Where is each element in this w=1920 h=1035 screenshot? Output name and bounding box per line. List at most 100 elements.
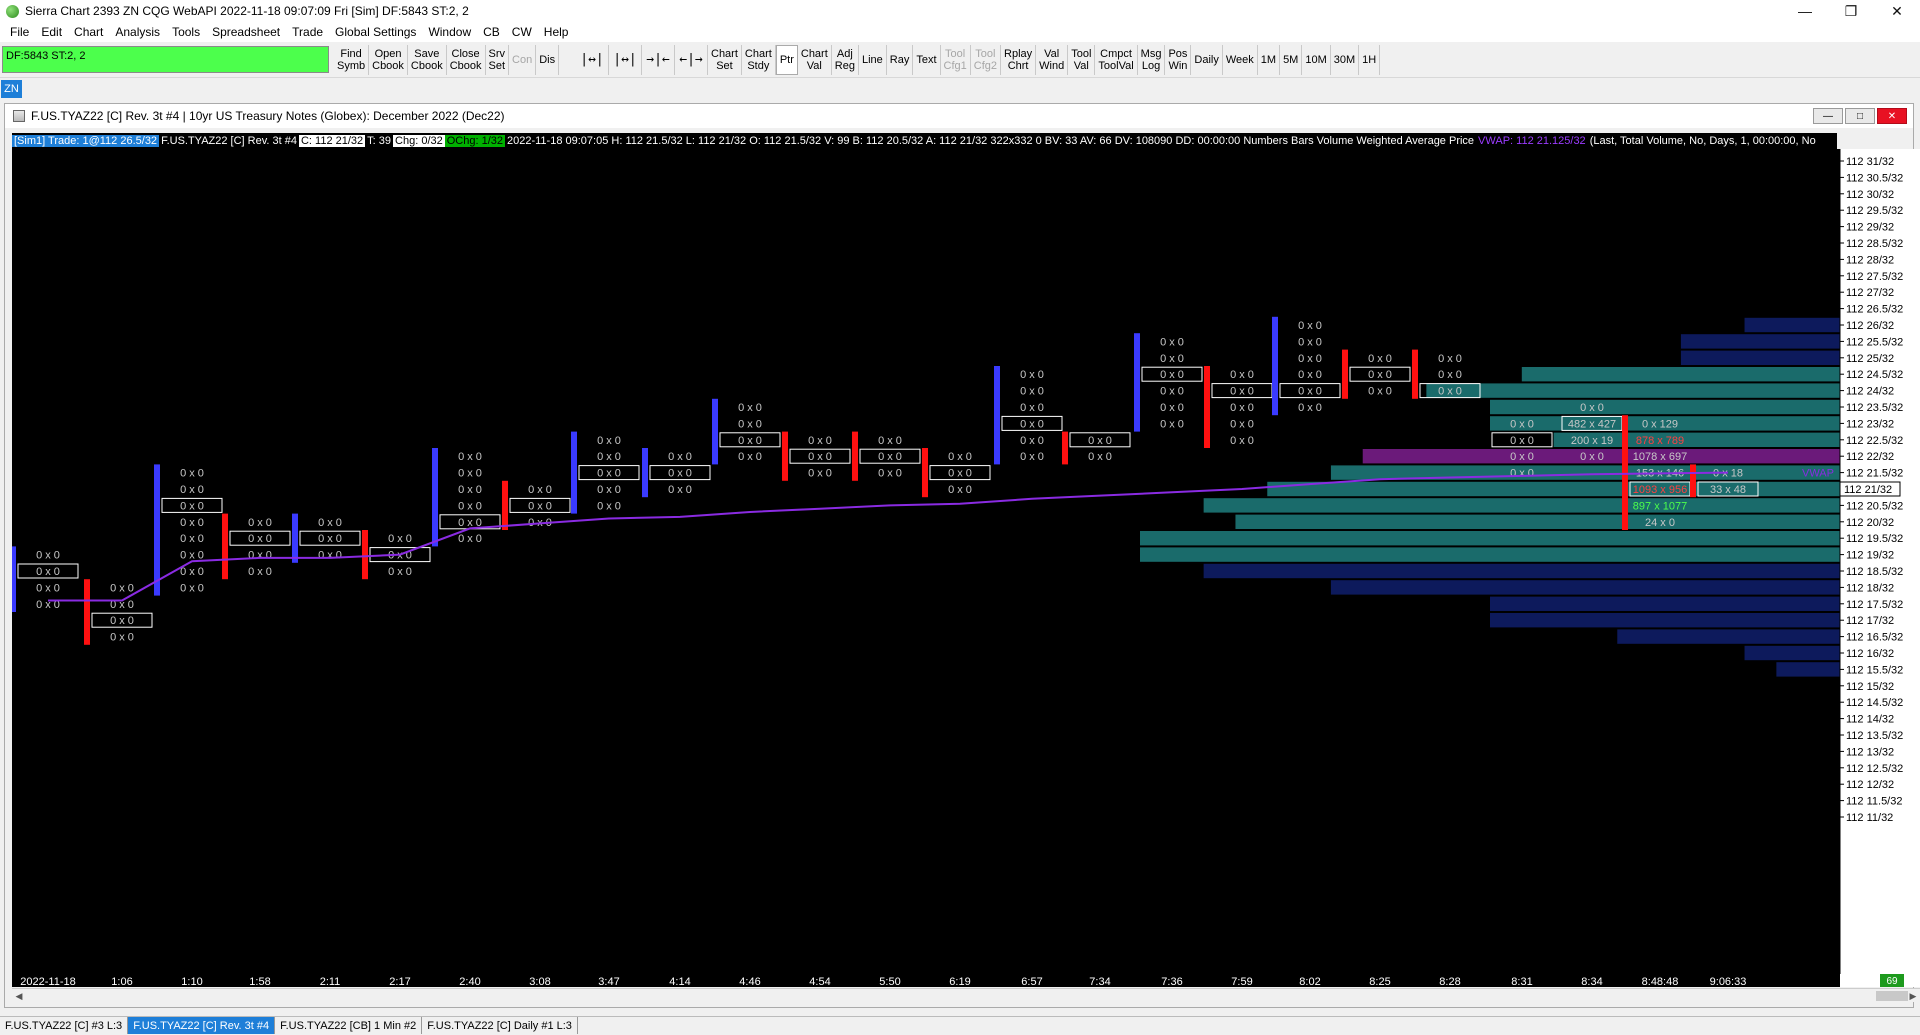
toolbar-button-msg-log[interactable]: Msg Log bbox=[1138, 45, 1166, 75]
price-chart[interactable]: 112 31/32 112 30.5/32 112 30/32 112 29.5/32… bbox=[12, 149, 1920, 987]
toolbar-button-cmpct-toolval[interactable]: Cmpct ToolVal bbox=[1095, 45, 1138, 75]
toolbar-button-label: Cbook bbox=[410, 60, 443, 72]
toolbar-button-tool-val[interactable]: Tool Val bbox=[1068, 45, 1096, 75]
toolbar-button-srv-set[interactable]: Srv Set bbox=[486, 45, 510, 75]
scroll-tool-2-icon[interactable]: |↔| bbox=[609, 45, 642, 75]
price-bar[interactable] bbox=[1622, 415, 1628, 530]
price-bar[interactable] bbox=[642, 448, 648, 498]
toolbar-button-week[interactable]: Week bbox=[1223, 45, 1258, 75]
menu-cb[interactable]: CB bbox=[477, 25, 506, 39]
main-toolbar: DF:5843 ST:2, 2 Find Symb Open Cbook Save Cbo… bbox=[0, 42, 1920, 78]
price-bar[interactable] bbox=[852, 431, 858, 481]
numbers-bar-cell: 0 x 0 bbox=[248, 550, 272, 562]
menu-cw[interactable]: CW bbox=[506, 25, 538, 39]
minimize-button[interactable]: — bbox=[1782, 0, 1828, 22]
toolbar-button-tool-cfg2[interactable]: Tool Cfg2 bbox=[971, 45, 1002, 75]
numbers-bar-cell: 0 x 0 bbox=[1088, 435, 1112, 447]
toolbar-button-close-cbook[interactable]: Close Cbook bbox=[447, 45, 486, 75]
chart-tab[interactable]: F.US.TYAZ22 [CB] 1 Min #2 bbox=[275, 1017, 423, 1034]
toolbar-button-chart-set[interactable]: Chart Set bbox=[708, 45, 742, 75]
toolbar-button-pos-win[interactable]: Pos Win bbox=[1165, 45, 1192, 75]
price-bar[interactable] bbox=[1204, 366, 1210, 448]
toolbar-button-5m[interactable]: 5M bbox=[1280, 45, 1303, 75]
toolbar-button-chart-val[interactable]: Chart Val bbox=[798, 45, 832, 75]
toolbar-button-save-cbook[interactable]: Save Cbook bbox=[408, 45, 447, 75]
price-tick-label: 112 20/32 bbox=[1846, 517, 1894, 529]
price-bar[interactable] bbox=[712, 398, 718, 465]
toolbar-button-1m[interactable]: 1M bbox=[1258, 45, 1281, 75]
price-bar[interactable] bbox=[432, 448, 438, 547]
numbers-bar-cell: 0 x 0 bbox=[948, 484, 972, 496]
toolbar-button-label: Daily bbox=[1194, 54, 1219, 66]
menu-file[interactable]: File bbox=[4, 25, 35, 39]
price-bar[interactable] bbox=[12, 546, 16, 612]
price-bar[interactable] bbox=[1062, 431, 1068, 465]
menu-global-settings[interactable]: Global Settings bbox=[329, 25, 422, 39]
toolbar-button-label: Con bbox=[512, 54, 533, 66]
chart-close-button[interactable]: ✕ bbox=[1877, 108, 1907, 124]
scroll-right-icon[interactable]: ▶ bbox=[1906, 989, 1920, 1003]
toolbar-button-text[interactable]: Text bbox=[913, 45, 941, 75]
toolbar-button-ray[interactable]: Ray bbox=[887, 45, 914, 75]
menu-chart[interactable]: Chart bbox=[68, 25, 109, 39]
price-tick-label: 112 20.5/32 bbox=[1846, 500, 1903, 512]
scroll-left-icon[interactable]: ◀ bbox=[12, 989, 26, 1003]
price-tick-label: 112 22/32 bbox=[1846, 451, 1894, 463]
toolbar-button-ptr[interactable]: Ptr bbox=[775, 45, 798, 75]
scroll-tool-4-icon[interactable]: ←|→ bbox=[675, 45, 708, 75]
chart-minimize-button[interactable]: — bbox=[1813, 108, 1843, 124]
price-bar[interactable] bbox=[292, 513, 298, 563]
price-bar[interactable] bbox=[571, 431, 577, 514]
toolbar-button-dis[interactable]: Dis bbox=[536, 45, 560, 75]
price-bar[interactable] bbox=[222, 513, 228, 580]
toolbar-button-find-symb[interactable]: Find Symb bbox=[334, 45, 370, 75]
toolbar-button-rplay-chrt[interactable]: Rplay Chrt bbox=[1001, 45, 1037, 75]
toolbar-button-adj-reg[interactable]: Adj Reg bbox=[832, 45, 859, 75]
price-bar[interactable] bbox=[1272, 316, 1278, 416]
price-bar[interactable] bbox=[922, 448, 928, 498]
horizontal-scrollbar[interactable]: ◀ ▶ bbox=[12, 988, 1920, 1002]
maximize-button[interactable]: ❐ bbox=[1828, 0, 1874, 22]
price-bar[interactable] bbox=[1412, 349, 1418, 399]
scroll-tool-1-icon[interactable]: |↔| bbox=[576, 45, 609, 75]
toolbar-button-1h[interactable]: 1H bbox=[1359, 45, 1381, 75]
toolbar-button-chart-stdy[interactable]: Chart Stdy bbox=[742, 45, 776, 75]
symbol-tab-zn[interactable]: ZN bbox=[1, 80, 22, 98]
toolbar-button-daily[interactable]: Daily bbox=[1191, 45, 1223, 75]
menu-help[interactable]: Help bbox=[538, 25, 575, 39]
price-bar[interactable] bbox=[84, 579, 90, 645]
price-bar[interactable] bbox=[1134, 333, 1140, 432]
numbers-bar-cell: 0 x 0 bbox=[248, 566, 272, 578]
toolbar-button-line[interactable]: Line bbox=[859, 45, 887, 75]
price-bar[interactable] bbox=[782, 431, 788, 481]
chart-tab[interactable]: F.US.TYAZ22 [C] Daily #1 L:3 bbox=[422, 1017, 578, 1034]
close-button[interactable]: ✕ bbox=[1874, 0, 1920, 22]
menu-window[interactable]: Window bbox=[422, 25, 477, 39]
menu-edit[interactable]: Edit bbox=[35, 25, 68, 39]
numbers-bar-cell: 0 x 0 bbox=[1160, 336, 1184, 348]
price-bar[interactable] bbox=[502, 480, 508, 530]
numbers-bar-cell: 0 x 0 bbox=[1510, 418, 1534, 430]
toolbar-button-30m[interactable]: 30M bbox=[1331, 45, 1360, 75]
toolbar-button-con[interactable]: Con bbox=[509, 45, 537, 75]
toolbar-button-tool-cfg1[interactable]: Tool Cfg1 bbox=[941, 45, 971, 75]
price-bar[interactable] bbox=[994, 366, 1000, 465]
chart-tab[interactable]: F.US.TYAZ22 [C] Rev. 3t #4 bbox=[128, 1017, 276, 1034]
price-bar[interactable] bbox=[1690, 464, 1696, 498]
toolbar-button-val-wind[interactable]: Val Wind bbox=[1036, 45, 1069, 75]
chart-tab[interactable]: F.US.TYAZ22 [C] #3 L:3 bbox=[0, 1017, 129, 1034]
price-tick-label: 112 13.5/32 bbox=[1846, 730, 1903, 742]
toolbar-button-10m[interactable]: 10M bbox=[1302, 45, 1331, 75]
menu-trade[interactable]: Trade bbox=[286, 25, 329, 39]
menu-tools[interactable]: Tools bbox=[166, 25, 206, 39]
price-bar[interactable] bbox=[1342, 349, 1348, 399]
chart-maximize-button[interactable]: □ bbox=[1845, 108, 1875, 124]
price-bar[interactable] bbox=[154, 464, 160, 596]
scroll-thumb[interactable] bbox=[1876, 991, 1908, 1001]
price-bar[interactable] bbox=[362, 530, 368, 580]
time-tick-label: 7:59 bbox=[1231, 976, 1252, 987]
menu-analysis[interactable]: Analysis bbox=[109, 25, 166, 39]
scroll-tool-3-icon[interactable]: →|← bbox=[642, 45, 675, 75]
toolbar-button-open-cbook[interactable]: Open Cbook bbox=[369, 45, 408, 75]
menu-spreadsheet[interactable]: Spreadsheet bbox=[206, 25, 286, 39]
